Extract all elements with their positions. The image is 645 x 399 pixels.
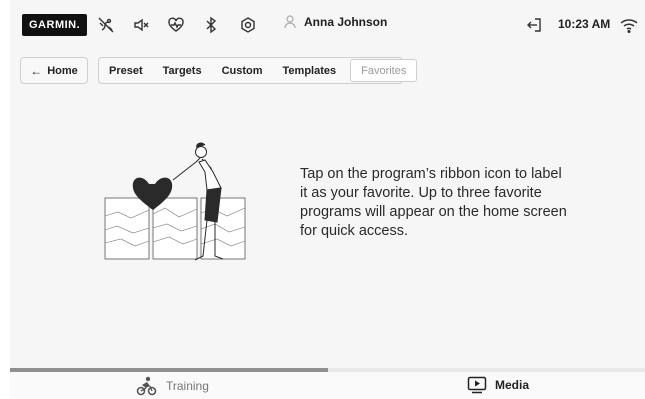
tab-label: Templates [282,64,337,77]
garmin-logo: GARMIN. [22,14,88,36]
tab-preset[interactable]: Preset [99,58,153,83]
tab-templates[interactable]: Templates [273,58,347,83]
bottom-tab-label: Media [495,378,530,392]
play-screen-icon [467,376,487,394]
tab-label: Preset [109,64,143,77]
no-heart-rate-sensor-icon[interactable] [96,15,116,35]
tab-favorites[interactable]: Favorites [350,59,418,82]
home-button[interactable]: ← Home [20,57,88,84]
bottom-tab-training[interactable]: Training [136,376,209,396]
arrow-left-icon: ← [30,63,43,78]
wifi-icon[interactable] [619,15,639,35]
bottom-nav: Training Media [10,372,645,399]
settings-icon[interactable] [238,15,258,35]
user-avatar-icon [284,15,296,29]
user-name: Anna Johnson [304,15,388,29]
heart-rate-icon[interactable] [166,15,186,35]
tab-targets[interactable]: Targets [153,58,212,83]
cyclist-icon [136,376,157,396]
clock: 10:23 AM [558,17,611,31]
program-tabs: Preset Targets Custom Templates Favorite… [98,57,418,84]
logout-icon[interactable] [524,15,544,35]
bottom-tab-media[interactable]: Media [467,376,529,394]
bluetooth-icon[interactable] [201,15,221,35]
favorites-instructions: Tap on the program’s ribbon icon to labe… [300,166,567,239]
favorites-illustration [104,142,246,261]
tab-custom[interactable]: Custom [212,58,273,83]
tab-label: Favorites [361,64,407,77]
tab-label: Custom [221,64,263,77]
home-button-label: Home [47,64,78,77]
status-bar: GARMIN. Anna Johnson 10:23 AM [10,0,645,50]
app-screen: GARMIN. Anna Johnson 10:23 AM ← Home Pre… [10,0,645,399]
bottom-tab-label: Training [166,379,209,393]
volume-muted-icon[interactable] [131,15,151,35]
tab-label: Targets [162,64,202,77]
user-profile[interactable]: Anna Johnson [284,15,387,29]
